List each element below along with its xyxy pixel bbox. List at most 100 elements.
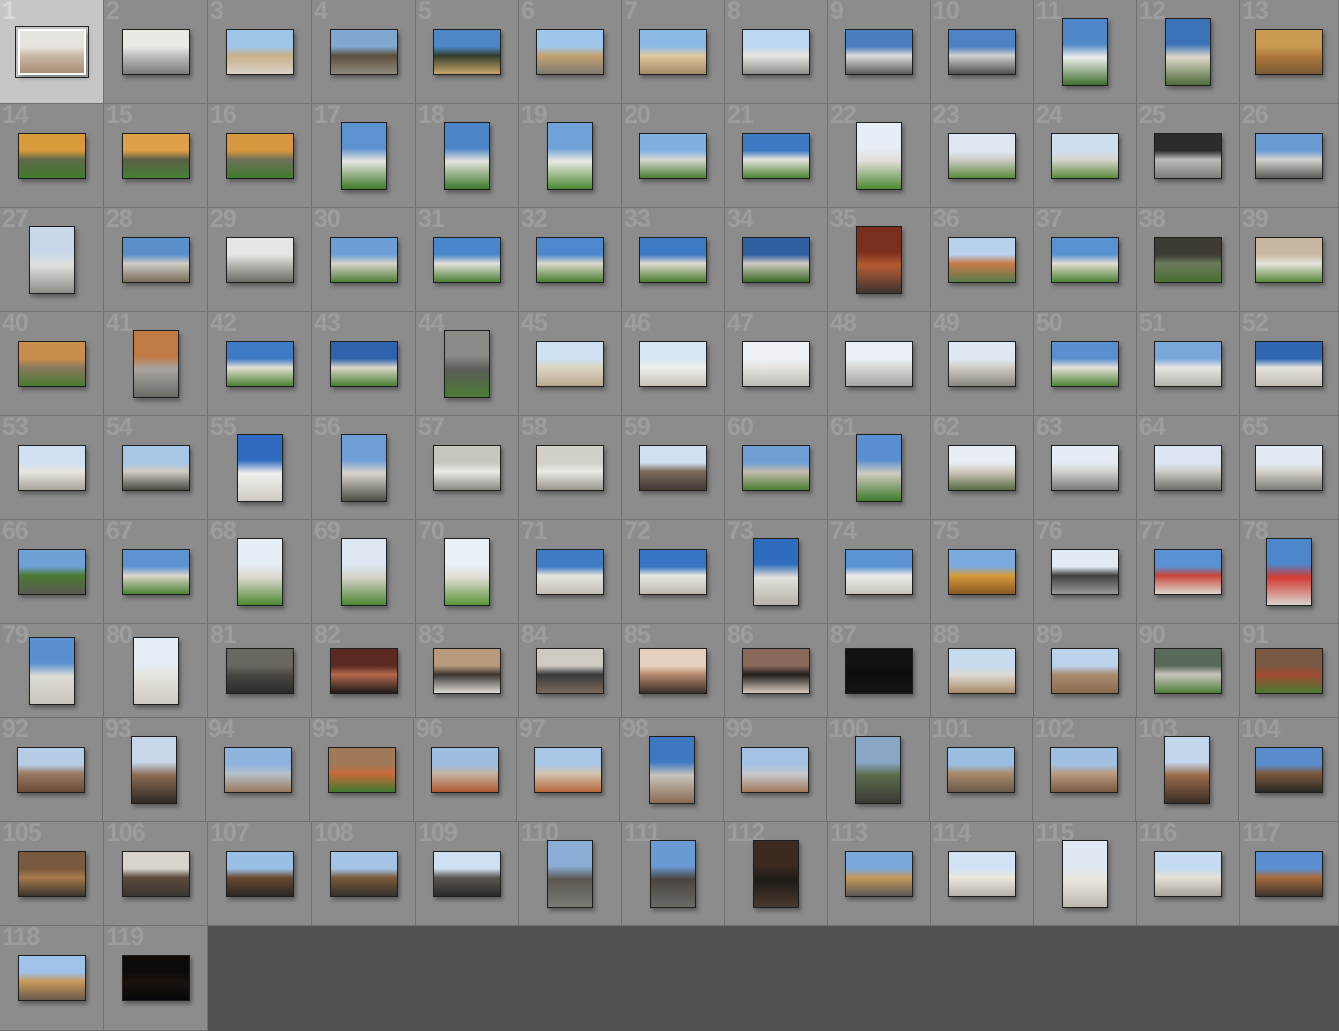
thumbnail-cell[interactable]: 110 <box>519 822 622 926</box>
thumbnail-cell[interactable]: 31 <box>416 208 519 312</box>
photo-thumbnail[interactable] <box>1051 340 1119 387</box>
thumbnail-cell[interactable]: 68 <box>208 520 312 624</box>
thumbnail-cell[interactable]: 86 <box>725 624 828 718</box>
photo-thumbnail[interactable] <box>855 735 901 804</box>
thumbnail-cell[interactable]: 75 <box>931 520 1034 624</box>
photo-thumbnail[interactable] <box>536 647 604 694</box>
photo-thumbnail[interactable] <box>845 548 913 595</box>
thumbnail-cell[interactable]: 34 <box>725 208 828 312</box>
thumbnail-cell[interactable]: 54 <box>104 416 208 520</box>
thumbnail-cell[interactable]: 80 <box>104 624 208 718</box>
photo-thumbnail[interactable] <box>17 746 85 793</box>
photo-thumbnail[interactable] <box>225 132 294 179</box>
thumbnail-cell[interactable]: 88 <box>931 624 1034 718</box>
photo-thumbnail[interactable] <box>17 955 86 1001</box>
thumbnail-cell[interactable]: 77 <box>1137 520 1240 624</box>
photo-thumbnail[interactable] <box>121 236 190 283</box>
thumbnail-cell[interactable]: 39 <box>1240 208 1339 312</box>
photo-thumbnail[interactable] <box>1266 537 1312 606</box>
thumbnail-cell[interactable]: 65 <box>1240 416 1339 520</box>
photo-thumbnail[interactable] <box>856 433 902 502</box>
thumbnail-cell[interactable]: 18 <box>416 104 519 208</box>
photo-thumbnail[interactable] <box>121 850 190 897</box>
photo-thumbnail[interactable] <box>121 548 190 595</box>
thumbnail-cell[interactable]: 106 <box>104 822 208 926</box>
photo-thumbnail[interactable] <box>17 850 86 897</box>
photo-thumbnail[interactable] <box>433 850 501 897</box>
photo-thumbnail[interactable] <box>639 340 707 387</box>
thumbnail-cell[interactable]: 71 <box>519 520 622 624</box>
thumbnail-cell[interactable]: 112 <box>725 822 828 926</box>
photo-thumbnail[interactable] <box>1254 746 1323 793</box>
photo-thumbnail[interactable] <box>329 236 398 283</box>
photo-thumbnail[interactable] <box>236 433 283 502</box>
photo-thumbnail[interactable] <box>650 839 696 908</box>
photo-thumbnail[interactable] <box>536 444 604 491</box>
thumbnail-cell[interactable]: 17 <box>312 104 416 208</box>
thumbnail-cell[interactable]: 70 <box>416 520 519 624</box>
thumbnail-cell[interactable]: 96 <box>414 718 517 822</box>
thumbnail-cell[interactable]: 82 <box>312 624 416 718</box>
thumbnail-cell[interactable]: 43 <box>312 312 416 416</box>
thumbnail-cell[interactable]: 32 <box>519 208 622 312</box>
thumbnail-cell[interactable]: 50 <box>1034 312 1137 416</box>
thumbnail-cell[interactable]: 101 <box>930 718 1033 822</box>
thumbnail-cell[interactable]: 78 <box>1240 520 1339 624</box>
thumbnail-cell[interactable]: 13 <box>1240 0 1339 104</box>
thumbnail-cell[interactable]: 10 <box>931 0 1034 104</box>
photo-thumbnail[interactable] <box>225 647 294 694</box>
thumbnail-cell[interactable]: 89 <box>1034 624 1137 718</box>
photo-thumbnail[interactable] <box>639 236 707 283</box>
photo-thumbnail[interactable] <box>236 537 283 606</box>
photo-thumbnail[interactable] <box>17 340 86 387</box>
photo-thumbnail[interactable] <box>1154 340 1222 387</box>
photo-thumbnail[interactable] <box>225 850 294 897</box>
thumbnail-cell[interactable]: 63 <box>1034 416 1137 520</box>
photo-thumbnail[interactable] <box>742 340 810 387</box>
thumbnail-cell[interactable]: 66 <box>0 520 104 624</box>
photo-thumbnail[interactable] <box>536 28 604 75</box>
thumbnail-cell[interactable]: 60 <box>725 416 828 520</box>
thumbnail-cell[interactable]: 22 <box>828 104 931 208</box>
thumbnail-cell[interactable]: 84 <box>519 624 622 718</box>
photo-thumbnail[interactable] <box>741 746 809 793</box>
thumbnail-cell[interactable]: 11 <box>1034 0 1137 104</box>
photo-thumbnail[interactable] <box>1154 647 1222 694</box>
thumbnail-cell[interactable]: 57 <box>416 416 519 520</box>
photo-thumbnail[interactable] <box>948 647 1016 694</box>
photo-thumbnail[interactable] <box>121 28 190 75</box>
thumbnail-cell[interactable]: 5 <box>416 0 519 104</box>
thumbnail-cell[interactable]: 8 <box>725 0 828 104</box>
thumbnail-cell[interactable]: 47 <box>725 312 828 416</box>
photo-thumbnail[interactable] <box>639 548 707 595</box>
thumbnail-cell[interactable]: 29 <box>208 208 312 312</box>
photo-thumbnail[interactable] <box>1051 444 1119 491</box>
thumbnail-cell[interactable]: 3 <box>208 0 312 104</box>
photo-thumbnail[interactable] <box>223 746 292 793</box>
thumbnail-cell[interactable]: 45 <box>519 312 622 416</box>
thumbnail-cell[interactable]: 111 <box>622 822 725 926</box>
thumbnail-cell[interactable]: 27 <box>0 208 104 312</box>
photo-thumbnail[interactable] <box>433 647 501 694</box>
thumbnail-cell[interactable]: 7 <box>622 0 725 104</box>
photo-thumbnail[interactable] <box>742 444 810 491</box>
thumbnail-cell[interactable]: 49 <box>931 312 1034 416</box>
photo-thumbnail[interactable] <box>948 132 1016 179</box>
photo-thumbnail[interactable] <box>17 548 86 595</box>
thumbnail-cell[interactable]: 38 <box>1137 208 1240 312</box>
thumbnail-cell[interactable]: 42 <box>208 312 312 416</box>
photo-thumbnail[interactable] <box>753 537 799 606</box>
photo-thumbnail[interactable] <box>444 329 490 398</box>
thumbnail-cell[interactable]: 104 <box>1239 718 1339 822</box>
thumbnail-cell[interactable]: 114 <box>931 822 1034 926</box>
thumbnail-cell[interactable]: 107 <box>208 822 312 926</box>
photo-thumbnail[interactable] <box>28 636 75 705</box>
thumbnail-cell[interactable]: 12 <box>1137 0 1240 104</box>
thumbnail-cell[interactable]: 2 <box>104 0 208 104</box>
thumbnail-cell[interactable]: 21 <box>725 104 828 208</box>
photo-thumbnail[interactable] <box>639 132 707 179</box>
photo-thumbnail[interactable] <box>1051 647 1119 694</box>
thumbnail-cell[interactable]: 67 <box>104 520 208 624</box>
thumbnail-cell[interactable]: 48 <box>828 312 931 416</box>
thumbnail-cell[interactable]: 28 <box>104 208 208 312</box>
